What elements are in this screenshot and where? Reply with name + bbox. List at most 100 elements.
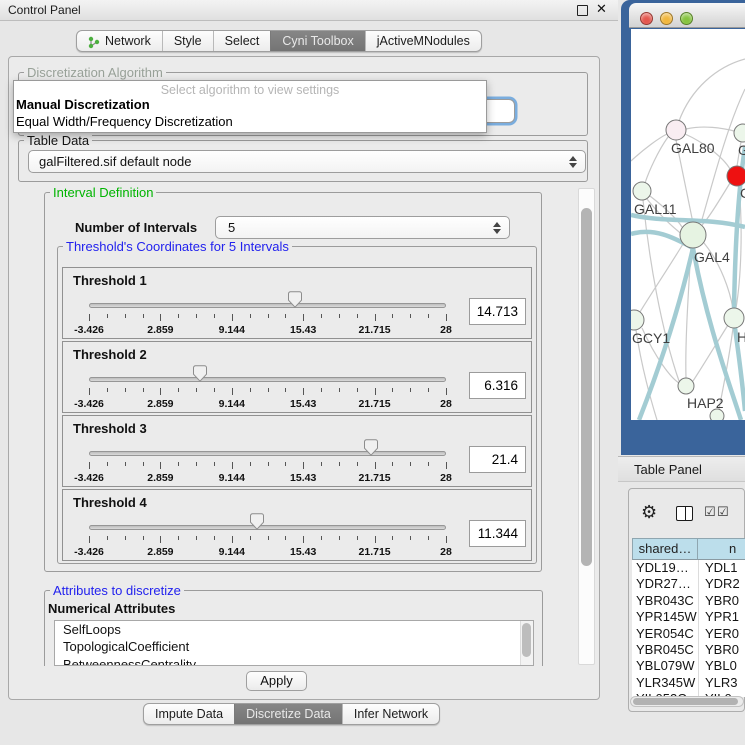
table-cell[interactable]: YER054C (632, 626, 698, 642)
tab-cyni-toolbox[interactable]: Cyni Toolbox (270, 31, 364, 51)
tab-select[interactable]: Select (213, 31, 271, 51)
table-cell[interactable]: YLR345W (632, 675, 698, 691)
table-row[interactable]: YPR145WYPR1 (632, 609, 745, 625)
table-data-combobox[interactable]: galFiltered.sif default node (28, 150, 586, 173)
tab-style[interactable]: Style (162, 31, 213, 51)
threshold-value-field[interactable]: 11.344 (469, 520, 526, 547)
network-window-titlebar[interactable] (629, 3, 745, 28)
table-cell[interactable]: YBR043C (632, 593, 698, 609)
network-node[interactable] (680, 222, 706, 248)
table-cell[interactable]: YDL19… (632, 560, 698, 576)
table-cell[interactable]: YDR2 (698, 576, 740, 592)
network-node[interactable] (724, 308, 744, 328)
network-edge[interactable] (686, 127, 734, 131)
table-cell[interactable]: YBR0 (698, 642, 739, 658)
threshold-value-field[interactable]: 21.4 (469, 446, 526, 473)
list-scrollbar-thumb[interactable] (522, 623, 531, 657)
tab-jactivemnodules[interactable]: jActiveMNodules (365, 31, 481, 51)
network-edge[interactable] (645, 137, 668, 183)
table-body: YDL19…YDL1YDR27…YDR2YBR043CYBR0YPR145WYP… (632, 560, 745, 697)
top-tab-bar: Network Style Select Cyni Toolbox jActiv… (76, 30, 482, 52)
list-item[interactable]: SelfLoops (55, 621, 533, 638)
slider-track[interactable] (89, 377, 446, 382)
network-edge[interactable] (693, 325, 728, 381)
table-cell[interactable]: YBL0 (698, 658, 737, 674)
threshold-slider[interactable]: -3.4262.8599.14415.4321.71528 (89, 298, 446, 338)
table-row[interactable]: YLR345WYLR3 (632, 675, 745, 691)
table-row[interactable]: YER054CYER0 (632, 626, 745, 642)
threshold-value-field[interactable]: 14.713 (469, 298, 526, 325)
checkbox-icon[interactable]: ☑ (717, 505, 729, 520)
slider-thumb[interactable] (193, 365, 207, 382)
table-row[interactable]: YBR045CYBR0 (632, 642, 745, 658)
list-item[interactable]: BetweennessCentrality (55, 656, 533, 666)
interval-definition-title: Interval Definition (50, 185, 156, 200)
tab-infer-network[interactable]: Infer Network (342, 704, 439, 724)
network-node[interactable] (633, 182, 651, 200)
threshold-slider[interactable]: -3.4262.8599.14415.4321.71528 (89, 372, 446, 412)
table-row[interactable]: YDL19…YDL1 (632, 560, 745, 576)
tab-discretize-data[interactable]: Discretize Data (234, 704, 342, 724)
tick-mark (214, 388, 215, 392)
table-cell[interactable]: YBR045C (632, 642, 698, 658)
network-canvas[interactable]: GAL80GACGAL11GAL4GCY1HHAP2 (631, 29, 745, 420)
table-cell[interactable]: YPR1 (698, 609, 739, 625)
dropdown-option-manual-discretization[interactable]: Manual Discretization (16, 97, 150, 112)
table-row[interactable]: YBR043CYBR0 (632, 593, 745, 609)
slider-thumb[interactable] (250, 513, 264, 530)
table-cell[interactable]: YER0 (698, 626, 739, 642)
numerical-attributes-list[interactable]: SelfLoops TopologicalCoefficient Between… (54, 620, 534, 666)
network-node[interactable] (678, 378, 694, 394)
table-cell[interactable]: YDL1 (698, 560, 738, 576)
table-hscrollbar-thumb[interactable] (633, 698, 738, 705)
float-window-icon[interactable] (577, 5, 588, 16)
checkbox-icon[interactable]: ☑ (704, 505, 716, 520)
tick-mark (285, 388, 286, 392)
tick-mark (196, 314, 197, 318)
table-row[interactable]: YBL079WYBL0 (632, 658, 745, 674)
column-layout-icon[interactable] (676, 506, 693, 521)
table-cell[interactable]: YDR27… (632, 576, 698, 592)
table-cell[interactable]: YLR3 (698, 675, 738, 691)
network-node[interactable] (734, 124, 745, 142)
tick-mark (375, 314, 376, 321)
slider-track[interactable] (89, 303, 446, 308)
threshold-value-field[interactable]: 6.316 (469, 372, 526, 399)
tab-network[interactable]: Network (77, 31, 162, 51)
number-of-intervals-combobox[interactable]: 5 (215, 216, 510, 239)
list-item[interactable]: TopologicalCoefficient (55, 638, 533, 655)
gear-icon[interactable]: ⚙ (641, 502, 657, 523)
close-icon[interactable]: ✕ (596, 2, 607, 17)
network-node[interactable] (631, 310, 644, 330)
network-edge[interactable] (640, 244, 683, 312)
tick-mark (268, 536, 269, 540)
zoom-traffic-light-icon[interactable] (680, 12, 693, 25)
tick-mark (303, 462, 304, 469)
table-cell[interactable]: YBL079W (632, 658, 698, 674)
column-header-name[interactable]: n (698, 538, 745, 560)
dropdown-option-equal-width-frequency[interactable]: Equal Width/Frequency Discretization (16, 114, 233, 129)
tab-impute-data[interactable]: Impute Data (144, 704, 234, 724)
network-node[interactable] (710, 409, 724, 420)
slider-thumb[interactable] (288, 291, 302, 308)
column-header-shared[interactable]: shared… (632, 538, 698, 560)
settings-scrollbar-thumb[interactable] (581, 208, 592, 566)
tick-mark (196, 388, 197, 392)
slider-track[interactable] (89, 525, 446, 530)
slider-track[interactable] (89, 451, 446, 456)
network-node[interactable] (727, 166, 745, 186)
table-cell[interactable]: YPR145W (632, 609, 698, 625)
threshold-slider[interactable]: -3.4262.8599.14415.4321.71528 (89, 446, 446, 486)
tick-mark (357, 388, 358, 392)
network-node[interactable] (666, 120, 686, 140)
tick-mark (160, 314, 161, 321)
apply-button[interactable]: Apply (246, 671, 307, 691)
close-traffic-light-icon[interactable] (640, 12, 653, 25)
slider-thumb[interactable] (364, 439, 378, 456)
tick-mark (392, 314, 393, 318)
minimize-traffic-light-icon[interactable] (660, 12, 673, 25)
table-row[interactable]: YDR27…YDR2 (632, 576, 745, 592)
control-panel-title: Control Panel (8, 3, 81, 17)
threshold-slider[interactable]: -3.4262.8599.14415.4321.71528 (89, 520, 446, 560)
table-cell[interactable]: YBR0 (698, 593, 739, 609)
